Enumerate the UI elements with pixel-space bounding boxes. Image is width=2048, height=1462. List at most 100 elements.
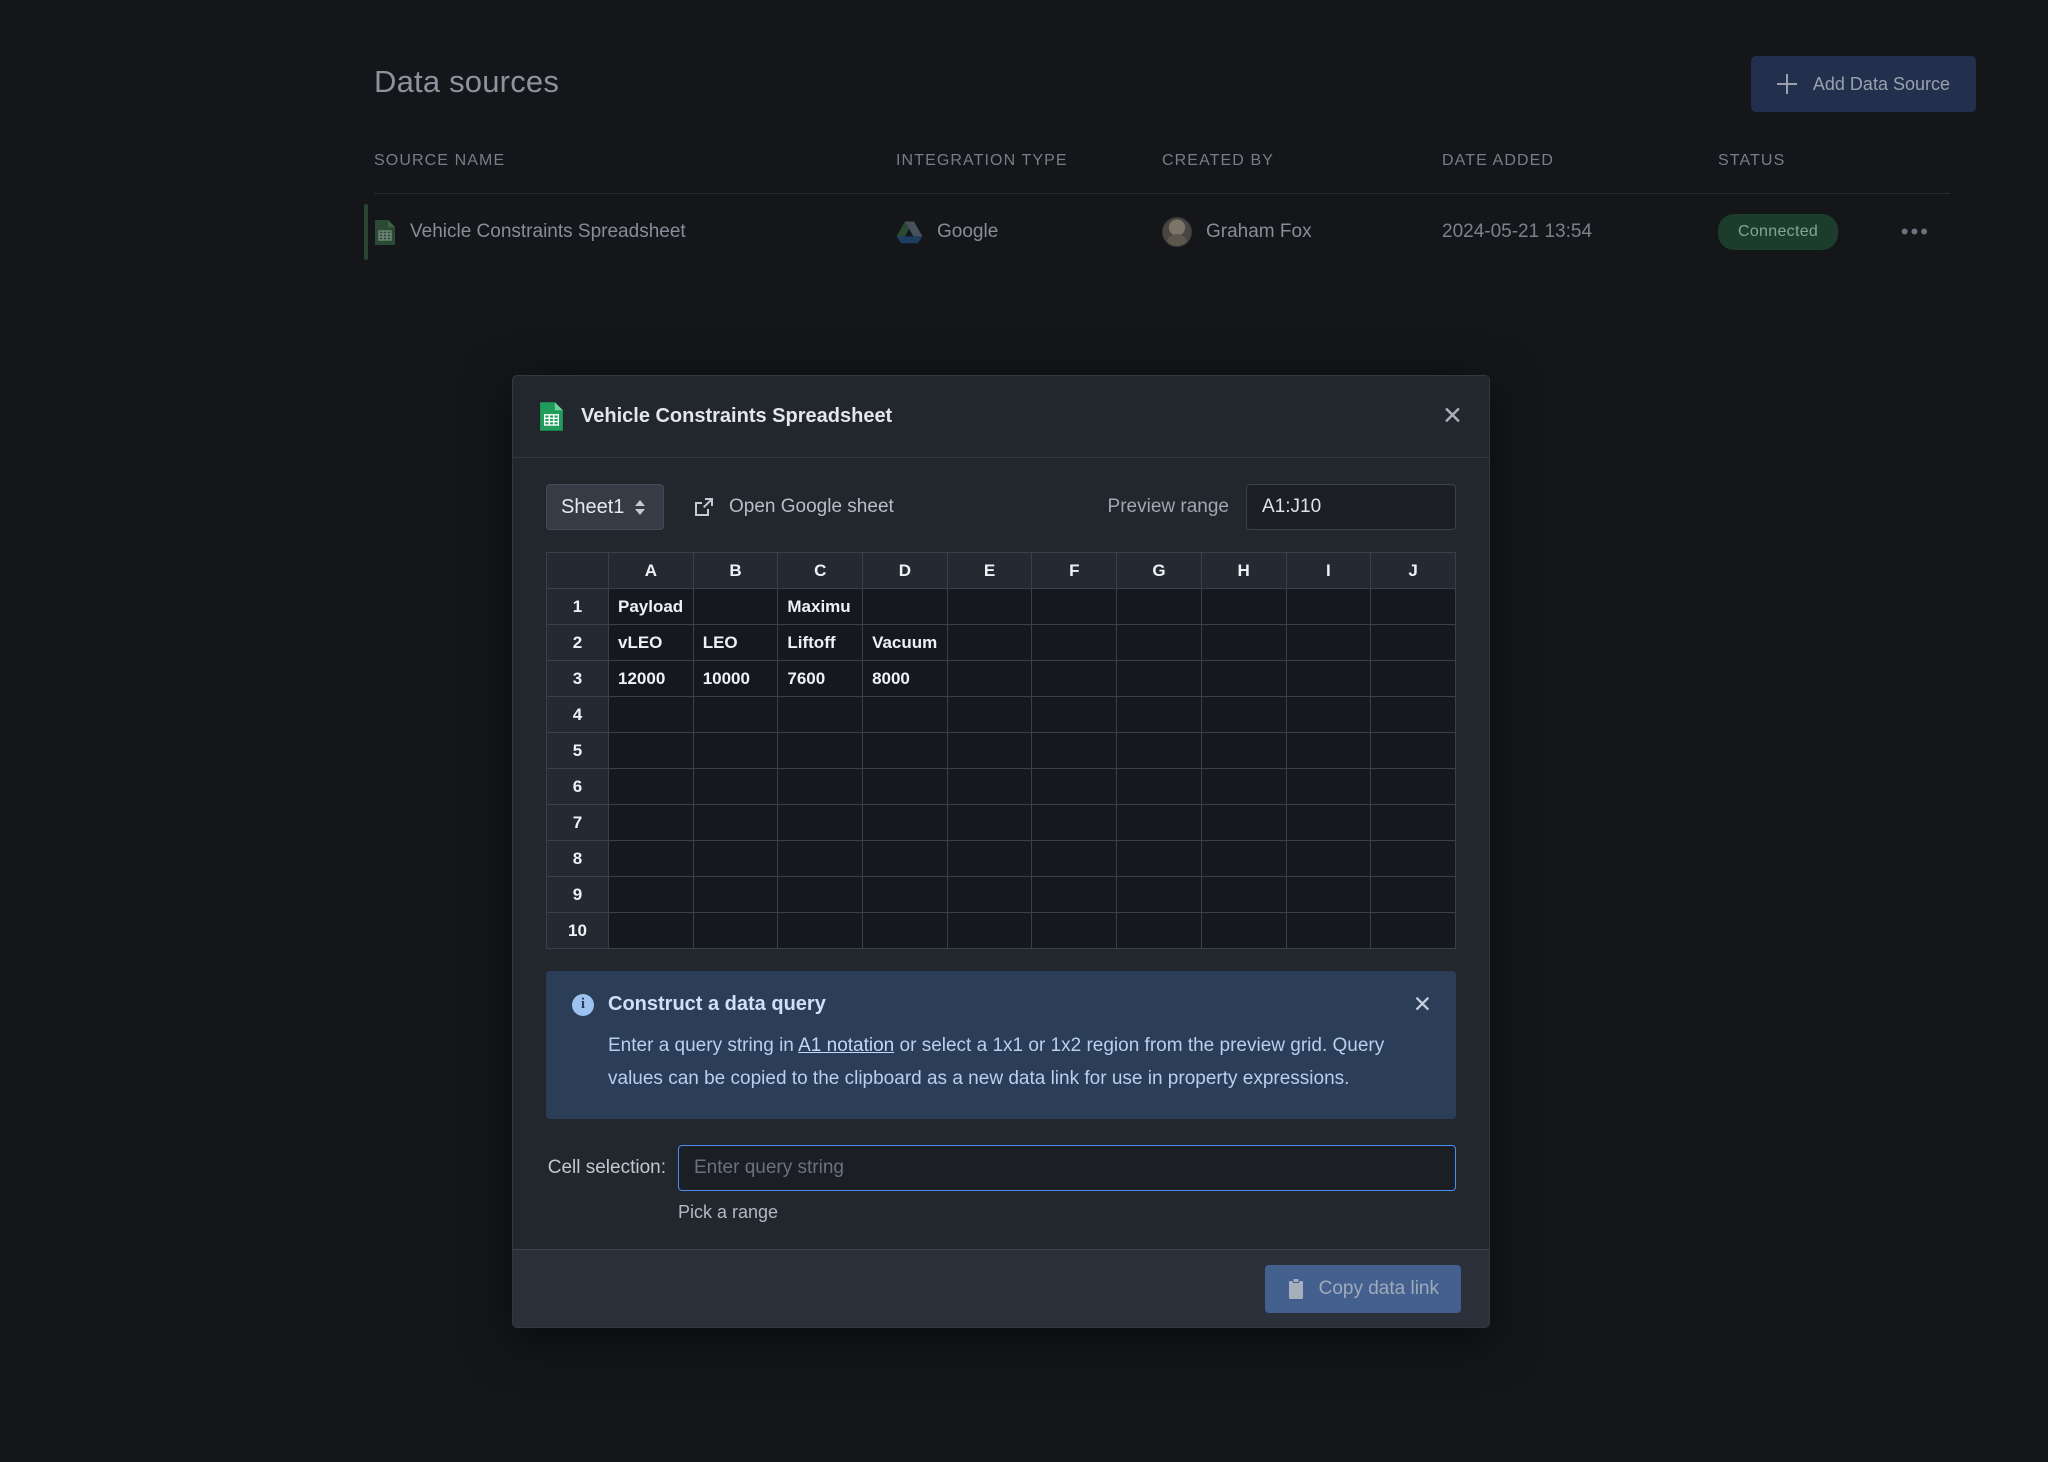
grid-col-header-c[interactable]: C	[777, 552, 864, 589]
grid-cell-D1[interactable]	[862, 588, 948, 625]
grid-cell-A5[interactable]	[608, 732, 694, 769]
grid-row-header-1[interactable]: 1	[546, 588, 609, 625]
grid-cell-H1[interactable]	[1200, 588, 1287, 625]
grid-cell-E10[interactable]	[946, 912, 1033, 949]
sheet-select[interactable]: Sheet1	[546, 484, 664, 530]
grid-cell-F1[interactable]	[1031, 588, 1118, 625]
grid-cell-A8[interactable]	[608, 840, 694, 877]
grid-cell-E1[interactable]	[946, 588, 1033, 625]
grid-cell-J5[interactable]	[1370, 732, 1456, 769]
grid-cell-F10[interactable]	[1031, 912, 1118, 949]
cell-selection-input[interactable]	[678, 1145, 1456, 1192]
grid-cell-B7[interactable]	[692, 804, 779, 841]
grid-cell-H7[interactable]	[1200, 804, 1287, 841]
grid-cell-C10[interactable]	[777, 912, 864, 949]
grid-cell-A3[interactable]: 12000	[608, 660, 694, 697]
grid-cell-H3[interactable]	[1200, 660, 1287, 697]
grid-cell-G2[interactable]	[1116, 624, 1202, 661]
grid-cell-I2[interactable]	[1285, 624, 1372, 661]
grid-cell-D9[interactable]	[862, 876, 948, 913]
grid-cell-E7[interactable]	[946, 804, 1033, 841]
grid-cell-I5[interactable]	[1285, 732, 1372, 769]
spreadsheet-preview-grid[interactable]: A B C D E F G H I J 1 Payload Maximu 2 vLEO L…	[546, 552, 1456, 949]
grid-cell-C5[interactable]	[777, 732, 864, 769]
grid-cell-B6[interactable]	[692, 768, 779, 805]
grid-row-header-10[interactable]: 10	[546, 912, 609, 949]
grid-cell-J9[interactable]	[1370, 876, 1456, 913]
grid-cell-F3[interactable]	[1031, 660, 1118, 697]
grid-cell-C2[interactable]: Liftoff	[777, 624, 864, 661]
grid-cell-G5[interactable]	[1116, 732, 1202, 769]
grid-cell-C7[interactable]	[777, 804, 864, 841]
grid-col-header-a[interactable]: A	[608, 552, 694, 589]
grid-cell-B2[interactable]: LEO	[692, 624, 779, 661]
grid-cell-J4[interactable]	[1370, 696, 1456, 733]
grid-cell-G6[interactable]	[1116, 768, 1202, 805]
grid-cell-I9[interactable]	[1285, 876, 1372, 913]
grid-cell-A9[interactable]	[608, 876, 694, 913]
grid-cell-J2[interactable]	[1370, 624, 1456, 661]
grid-col-header-e[interactable]: E	[946, 552, 1033, 589]
add-data-source-button[interactable]: Add Data Source	[1750, 56, 1976, 112]
grid-cell-E8[interactable]	[946, 840, 1033, 877]
grid-cell-E2[interactable]	[946, 624, 1033, 661]
grid-cell-C8[interactable]	[777, 840, 864, 877]
grid-cell-F2[interactable]	[1031, 624, 1118, 661]
grid-cell-D7[interactable]	[862, 804, 948, 841]
grid-cell-D8[interactable]	[862, 840, 948, 877]
grid-cell-G1[interactable]	[1116, 588, 1202, 625]
grid-cell-A10[interactable]	[608, 912, 694, 949]
info-banner-close-icon[interactable]: ✕	[1413, 991, 1432, 1018]
grid-cell-I10[interactable]	[1285, 912, 1372, 949]
grid-cell-F9[interactable]	[1031, 876, 1118, 913]
grid-cell-H6[interactable]	[1200, 768, 1287, 805]
grid-cell-G9[interactable]	[1116, 876, 1202, 913]
grid-cell-D5[interactable]	[862, 732, 948, 769]
row-overflow-menu-button[interactable]: •••	[1901, 219, 1930, 245]
grid-cell-E5[interactable]	[946, 732, 1033, 769]
grid-cell-B8[interactable]	[692, 840, 779, 877]
a1-notation-link[interactable]: A1 notation	[798, 1035, 894, 1056]
close-icon[interactable]: ✕	[1442, 404, 1463, 429]
preview-range-input[interactable]	[1246, 484, 1456, 530]
grid-row-header-2[interactable]: 2	[546, 624, 609, 661]
cell-source-name[interactable]: Vehicle Constraints Spreadsheet	[374, 219, 896, 246]
grid-cell-E9[interactable]	[946, 876, 1033, 913]
grid-row-header-6[interactable]: 6	[546, 768, 609, 805]
grid-cell-B3[interactable]: 10000	[692, 660, 779, 697]
grid-cell-J10[interactable]	[1370, 912, 1456, 949]
grid-cell-H2[interactable]	[1200, 624, 1287, 661]
grid-row-header-8[interactable]: 8	[546, 840, 609, 877]
grid-cell-D2[interactable]: Vacuum	[862, 624, 948, 661]
grid-cell-F8[interactable]	[1031, 840, 1118, 877]
grid-cell-A2[interactable]: vLEO	[608, 624, 694, 661]
table-row[interactable]: Vehicle Constraints Spreadsheet Google G…	[364, 194, 1950, 270]
grid-cell-C9[interactable]	[777, 876, 864, 913]
grid-cell-C4[interactable]	[777, 696, 864, 733]
grid-cell-H5[interactable]	[1200, 732, 1287, 769]
open-google-sheet-link[interactable]: Open Google sheet	[693, 496, 894, 518]
grid-cell-G8[interactable]	[1116, 840, 1202, 877]
grid-cell-H8[interactable]	[1200, 840, 1287, 877]
grid-cell-H4[interactable]	[1200, 696, 1287, 733]
grid-cell-B9[interactable]	[692, 876, 779, 913]
grid-cell-E4[interactable]	[946, 696, 1033, 733]
grid-cell-J1[interactable]	[1370, 588, 1456, 625]
grid-cell-G3[interactable]	[1116, 660, 1202, 697]
grid-cell-G7[interactable]	[1116, 804, 1202, 841]
grid-col-header-j[interactable]: J	[1370, 552, 1456, 589]
grid-cell-I7[interactable]	[1285, 804, 1372, 841]
grid-cell-C6[interactable]	[777, 768, 864, 805]
grid-cell-E6[interactable]	[946, 768, 1033, 805]
grid-cell-I6[interactable]	[1285, 768, 1372, 805]
grid-cell-G10[interactable]	[1116, 912, 1202, 949]
grid-cell-F4[interactable]	[1031, 696, 1118, 733]
copy-data-link-button[interactable]: Copy data link	[1264, 1264, 1461, 1313]
grid-cell-I8[interactable]	[1285, 840, 1372, 877]
grid-row-header-7[interactable]: 7	[546, 804, 609, 841]
grid-cell-F6[interactable]	[1031, 768, 1118, 805]
grid-cell-J8[interactable]	[1370, 840, 1456, 877]
grid-row-header-4[interactable]: 4	[546, 696, 609, 733]
grid-col-header-h[interactable]: H	[1200, 552, 1287, 589]
grid-cell-C3[interactable]: 7600	[777, 660, 864, 697]
